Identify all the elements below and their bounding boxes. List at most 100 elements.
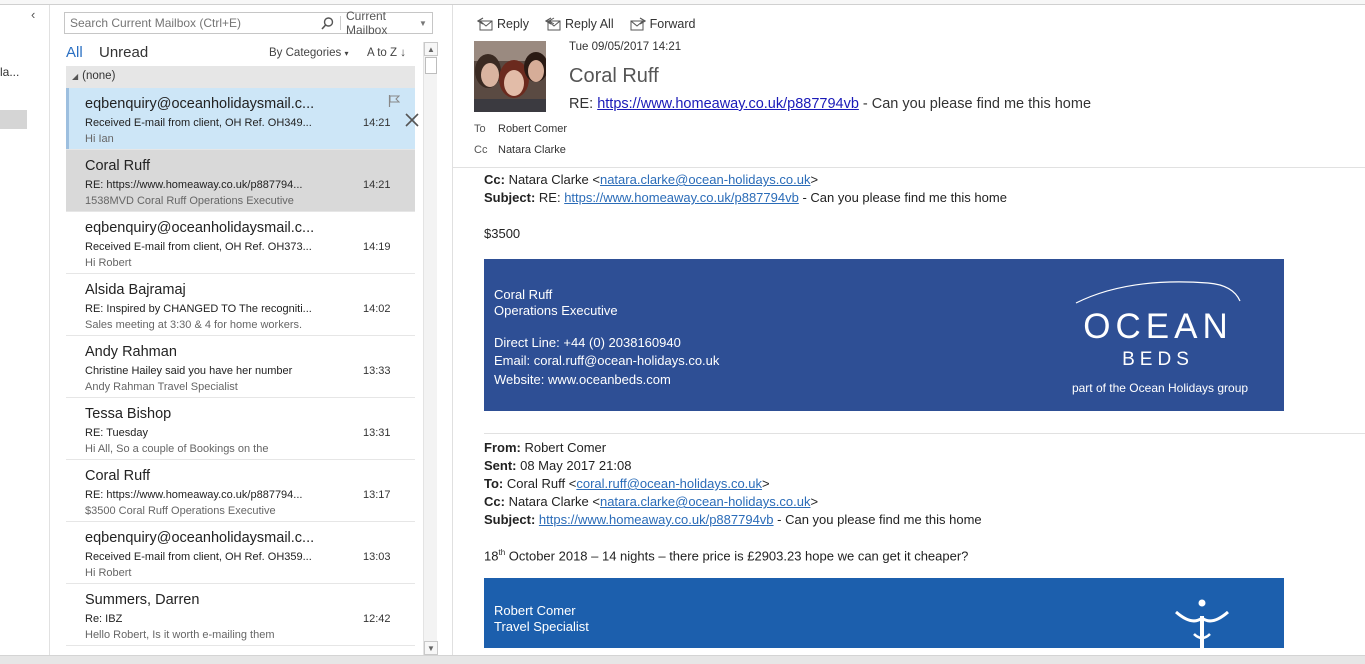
list-item[interactable]: Coral Ruff RE: https://www.homeaway.co.u… bbox=[66, 150, 415, 212]
body-cc-label: Cc: bbox=[484, 172, 505, 187]
message-preview: Hi Robert bbox=[85, 257, 132, 269]
filter-bar: All Unread By Categories ▾ A to Z ↓ bbox=[66, 44, 418, 64]
reading-toolbar: Reply Reply All Forward bbox=[477, 17, 695, 31]
message-preview: $3500 Coral Ruff Operations Executive bbox=[85, 505, 276, 517]
sort-label: A to Z bbox=[367, 47, 398, 59]
list-item[interactable]: eqbenquiry@oceanholidaysmail.c... Receiv… bbox=[66, 212, 415, 274]
signature2-title: Travel Specialist bbox=[494, 619, 589, 634]
body-cc-email-link[interactable]: natara.clarke@ocean-holidays.co.uk bbox=[600, 172, 810, 187]
forward-button[interactable]: Forward bbox=[630, 17, 695, 31]
list-item[interactable]: eqbenquiry@oceanholidaysmail.c... Receiv… bbox=[66, 88, 419, 150]
message-time: 13:33 bbox=[363, 365, 391, 377]
message-sender: Andy Rahman bbox=[85, 344, 177, 360]
to-recipient[interactable]: Robert Comer bbox=[498, 123, 567, 135]
search-input[interactable] bbox=[65, 13, 318, 33]
forward-icon bbox=[630, 17, 646, 31]
scroll-thumb[interactable] bbox=[425, 57, 437, 74]
reply-button[interactable]: Reply bbox=[477, 17, 529, 31]
message-time: 14:19 bbox=[363, 241, 391, 253]
arrange-by-label: By Categories bbox=[269, 47, 342, 59]
quoted-cc-end: > bbox=[810, 494, 819, 509]
quote-separator bbox=[484, 433, 1365, 434]
signature-website: Website: www.oceanbeds.com bbox=[494, 372, 671, 387]
signature-title: Operations Executive bbox=[494, 303, 618, 318]
sender-avatar bbox=[474, 41, 546, 112]
quoted-sent-line: Sent: 08 May 2017 21:08 bbox=[484, 458, 631, 473]
filter-unread[interactable]: Unread bbox=[99, 44, 148, 61]
body-cc-line: Cc: Natara Clarke <natara.clarke@ocean-h… bbox=[484, 172, 818, 187]
reply-all-button[interactable]: Reply All bbox=[544, 17, 614, 31]
chevron-down-icon[interactable]: ▼ bbox=[419, 19, 429, 28]
body-amount: $3500 bbox=[484, 226, 521, 241]
message-preview: Sales meeting at 3:30 & 4 for home worke… bbox=[85, 319, 303, 331]
message-subject: RE: https://www.homeaway.co.uk/p887794..… bbox=[85, 489, 303, 501]
reply-all-label: Reply All bbox=[564, 17, 614, 31]
selected-folder-highlight[interactable] bbox=[0, 110, 27, 129]
outlook-window: ‹ la... Current Mailbox ▼ All Unread By … bbox=[0, 0, 1365, 664]
arrange-by-dropdown[interactable]: By Categories ▾ bbox=[269, 47, 348, 59]
list-item[interactable]: Coral Ruff RE: https://www.homeaway.co.u… bbox=[66, 460, 415, 522]
flag-icon[interactable] bbox=[388, 94, 401, 112]
scroll-down-icon[interactable]: ▼ bbox=[424, 641, 438, 655]
collapse-folder-pane-icon[interactable]: ‹ bbox=[31, 7, 35, 22]
list-item[interactable]: eqbenquiry@oceanholidaysmail.c... Receiv… bbox=[66, 522, 415, 584]
collapse-triangle-icon[interactable]: ◢ bbox=[72, 72, 78, 81]
signature-email: Email: coral.ruff@ocean-holidays.co.uk bbox=[494, 353, 720, 368]
message-subject: Re: IBZ bbox=[85, 613, 123, 625]
quoted-text-post: October 2018 – 14 nights – there price i… bbox=[505, 548, 969, 564]
reading-pane: Reply Reply All Forward Tue 09/05/2017 1… bbox=[453, 5, 1365, 655]
body-subject-link[interactable]: https://www.homeaway.co.uk/p887794vb bbox=[564, 190, 799, 205]
list-item[interactable]: Summers, Darren Re: IBZ Hello Robert, Is… bbox=[66, 584, 415, 646]
reply-all-icon bbox=[544, 17, 561, 31]
signature-name: Coral Ruff bbox=[494, 287, 553, 302]
search-divider bbox=[340, 16, 341, 30]
list-item[interactable]: Alsida Bajramaj RE: Inspired by CHANGED … bbox=[66, 274, 415, 336]
quoted-cc-email-link[interactable]: natara.clarke@ocean-holidays.co.uk bbox=[600, 494, 810, 509]
sort-order-button[interactable]: A to Z ↓ bbox=[367, 47, 406, 59]
list-item[interactable]: Tessa Bishop RE: Tuesday Hi All, So a co… bbox=[66, 398, 415, 460]
cc-recipient[interactable]: Natara Clarke bbox=[498, 144, 566, 156]
subject-link[interactable]: https://www.homeaway.co.uk/p887794vb bbox=[597, 96, 859, 112]
logo-word-beds: BEDS bbox=[1122, 349, 1194, 370]
filter-all[interactable]: All bbox=[66, 44, 83, 61]
reply-label: Reply bbox=[497, 17, 529, 31]
message-preview: Andy Rahman Travel Specialist bbox=[85, 381, 238, 393]
message-sender: Coral Ruff bbox=[85, 158, 151, 174]
delete-icon[interactable] bbox=[405, 113, 419, 132]
cc-recipients: Cc Natara Clarke bbox=[474, 144, 566, 156]
quoted-subject-link[interactable]: https://www.homeaway.co.uk/p887794vb bbox=[539, 512, 774, 527]
body-subject-prefix: RE: bbox=[535, 190, 565, 205]
search-scope-dropdown[interactable]: Current Mailbox bbox=[346, 9, 419, 37]
quoted-cc-label: Cc: bbox=[484, 494, 505, 509]
body-subject-label: Subject: bbox=[484, 190, 536, 205]
quoted-from-line: From: Robert Comer bbox=[484, 440, 606, 455]
message-subject: Received E-mail from client, OH Ref. OH3… bbox=[85, 551, 312, 563]
message-sender-name[interactable]: Coral Ruff bbox=[569, 65, 659, 88]
folder-pane: ‹ la... bbox=[0, 5, 50, 655]
message-sender: eqbenquiry@oceanholidaysmail.c... bbox=[85, 530, 315, 546]
message-preview: 1538MVD Coral Ruff Operations Executive bbox=[85, 195, 294, 207]
quoted-text-pre: 18 bbox=[484, 548, 499, 564]
message-preview: Hi Robert bbox=[85, 567, 132, 579]
message-sender: Tessa Bishop bbox=[85, 406, 172, 422]
quoted-to-email-link[interactable]: coral.ruff@ocean-holidays.co.uk bbox=[576, 476, 762, 491]
message-time: 14:21 bbox=[363, 179, 391, 191]
quoted-sent: 08 May 2017 21:08 bbox=[516, 458, 632, 473]
quoted-from: Robert Comer bbox=[520, 440, 607, 455]
quoted-to-end: > bbox=[762, 476, 770, 491]
folder-label[interactable]: la... bbox=[0, 65, 19, 79]
search-box: Current Mailbox ▼ bbox=[64, 9, 433, 37]
list-item[interactable]: Andy Rahman Christine Hailey said you ha… bbox=[66, 336, 415, 398]
quoted-to-label: To: bbox=[484, 476, 504, 491]
quoted-cc-line: Cc: Natara Clarke <natara.clarke@ocean-h… bbox=[484, 494, 818, 509]
to-recipients: To Robert Comer bbox=[474, 123, 567, 135]
message-sender: Coral Ruff bbox=[85, 468, 151, 484]
quoted-subject-label: Subject: bbox=[484, 512, 536, 527]
message-list-scrollbar[interactable]: ▲ ▼ bbox=[423, 42, 438, 655]
group-header[interactable]: ◢ (none) bbox=[66, 66, 415, 88]
scroll-up-icon[interactable]: ▲ bbox=[424, 42, 438, 56]
signature-block: Coral Ruff Operations Executive Direct L… bbox=[484, 259, 1284, 411]
search-icon[interactable] bbox=[318, 14, 336, 32]
subject-suffix: - Can you please find me this home bbox=[858, 96, 1092, 112]
logo-word-ocean: OCEAN bbox=[1083, 307, 1233, 346]
